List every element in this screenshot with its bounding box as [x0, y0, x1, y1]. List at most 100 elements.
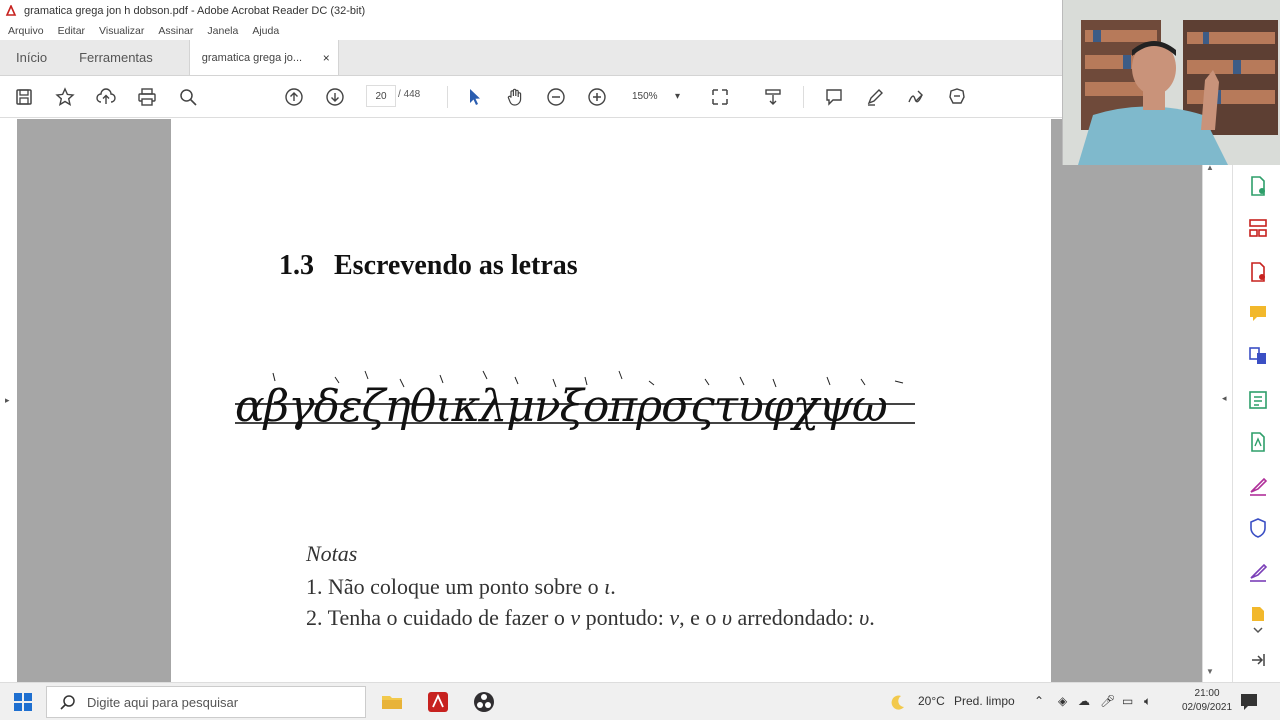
- menu-bar: Arquivo Editar Visualizar Assinar Janela…: [0, 22, 1062, 40]
- notes-section: Notas 1. Não coloque um ponto sobre o ι.…: [306, 541, 875, 633]
- search-icon: [59, 693, 77, 711]
- menu-editar[interactable]: Editar: [58, 25, 85, 37]
- create-pdf-icon[interactable]: [1247, 261, 1269, 283]
- meet-now-icon[interactable]: ◈: [1058, 694, 1067, 708]
- export-pdf-icon[interactable]: [1247, 175, 1269, 197]
- hand-tool-icon[interactable]: [503, 85, 527, 109]
- star-icon[interactable]: [53, 85, 77, 109]
- document-viewer[interactable]: ▸ 1.3 Escrevendo as letras αβγδεζηθικλμνξ…: [0, 119, 1218, 682]
- menu-assinar[interactable]: Assinar: [158, 25, 193, 37]
- menu-arquivo[interactable]: Arquivo: [8, 25, 44, 37]
- note-2: 2. Tenha o cuidado de fazer o ν pontudo:…: [306, 602, 875, 633]
- pdf-page: 1.3 Escrevendo as letras αβγδεζηθικλμνξοπ…: [171, 119, 1051, 682]
- cloud-upload-icon[interactable]: [94, 85, 118, 109]
- onedrive-icon[interactable]: ☁: [1078, 694, 1090, 708]
- acrobat-taskbar-icon[interactable]: [426, 690, 450, 714]
- save-icon[interactable]: [12, 85, 36, 109]
- fit-page-icon[interactable]: [708, 85, 732, 109]
- comment-tool-icon[interactable]: [1247, 303, 1269, 325]
- tab-document[interactable]: gramatica grega jo... ×: [188, 40, 339, 75]
- note-1-text: 1. Não coloque um ponto sobre o: [306, 574, 605, 599]
- file-explorer-icon[interactable]: [380, 690, 404, 714]
- window-titlebar: gramatica grega jon h dobson.pdf - Adobe…: [0, 0, 1062, 22]
- zoom-value: 150%: [632, 90, 658, 102]
- note-1: 1. Não coloque um ponto sobre o ι.: [306, 571, 875, 602]
- window-title: gramatica grega jon h dobson.pdf - Adobe…: [24, 5, 366, 17]
- sign-icon[interactable]: [904, 85, 928, 109]
- tab-document-label: gramatica grega jo...: [201, 51, 303, 64]
- print-icon[interactable]: [135, 85, 159, 109]
- weather-desc[interactable]: Pred. limpo: [954, 694, 1015, 708]
- expand-left-pane-icon[interactable]: ▸: [5, 395, 10, 406]
- greek-letters: αβγδεζηθικλμνξοπρσςτυφχψω: [235, 381, 888, 432]
- organize-pages-icon[interactable]: [1247, 217, 1269, 239]
- fill-and-sign-icon[interactable]: [1247, 561, 1269, 583]
- page-number-input[interactable]: 20: [366, 85, 396, 107]
- scroll-down-icon[interactable]: ▼: [1206, 667, 1214, 676]
- windows-start-icon[interactable]: [14, 693, 32, 711]
- zoom-out-icon[interactable]: [544, 85, 568, 109]
- stamp-icon[interactable]: [945, 85, 969, 109]
- greek-alphabet-handwriting: αβγδεζηθικλμνξοπρσςτυφχψω: [235, 369, 915, 449]
- chevron-down-icon: ▾: [674, 90, 680, 102]
- menu-ajuda[interactable]: Ajuda: [252, 25, 279, 37]
- edit-pdf-icon[interactable]: [1247, 389, 1269, 411]
- protect-icon[interactable]: [1247, 517, 1269, 539]
- upsilon-glyph: υ: [859, 605, 870, 630]
- note-2-mid3: arredondado:: [732, 605, 860, 630]
- nu-glyph: ν: [570, 605, 581, 630]
- taskbar-search-box[interactable]: Digite aqui para pesquisar: [46, 686, 366, 718]
- section-number: 1.3: [279, 250, 314, 281]
- page-count-separator: /: [398, 89, 401, 100]
- nu-glyph: ν: [669, 605, 680, 630]
- section-title: Escrevendo as letras: [334, 250, 578, 281]
- next-page-icon[interactable]: [323, 85, 347, 109]
- fill-sign-icon[interactable]: [1247, 431, 1269, 453]
- notifications-icon[interactable]: [1238, 691, 1260, 713]
- comment-icon[interactable]: [822, 85, 846, 109]
- combine-files-icon[interactable]: [1247, 345, 1269, 367]
- microphone-icon[interactable]: 🎤︎: [1100, 694, 1115, 708]
- zoom-in-icon[interactable]: [585, 85, 609, 109]
- select-cursor-icon[interactable]: [462, 85, 486, 109]
- toolbar-divider: [803, 86, 804, 108]
- section-heading: 1.3 Escrevendo as letras: [279, 250, 578, 282]
- weather-icon: [889, 693, 907, 711]
- notes-title: Notas: [306, 541, 358, 566]
- note-2-mid2: , e o: [679, 605, 722, 630]
- scroll-mode-icon[interactable]: [761, 85, 785, 109]
- page-count: / 448: [398, 89, 420, 100]
- search-placeholder: Digite aqui para pesquisar: [87, 694, 239, 710]
- volume-icon[interactable]: 🔈︎: [1144, 694, 1151, 709]
- vertical-scrollbar[interactable]: ▲ ▼: [1202, 119, 1218, 682]
- previous-page-icon[interactable]: [282, 85, 306, 109]
- menu-visualizar[interactable]: Visualizar: [99, 25, 144, 37]
- close-tab-icon[interactable]: ×: [323, 51, 330, 65]
- note-2-text: 2. Tenha o cuidado de fazer o: [306, 605, 571, 630]
- menu-janela[interactable]: Janela: [207, 25, 238, 37]
- note-1-end: .: [610, 574, 616, 599]
- upsilon-glyph: υ: [721, 605, 733, 630]
- page-total: 448: [403, 89, 421, 100]
- zoom-select[interactable]: 150% ▾: [624, 85, 688, 107]
- highlight-pen-icon[interactable]: [863, 85, 887, 109]
- note-2-end: .: [869, 605, 875, 630]
- tab-tools[interactable]: Ferramentas: [63, 40, 169, 75]
- request-signatures-icon[interactable]: [1247, 475, 1269, 497]
- tab-home[interactable]: Início: [0, 40, 63, 75]
- chevron-up-icon[interactable]: ⌃: [1034, 694, 1044, 708]
- obs-icon[interactable]: [472, 690, 496, 714]
- toolbar-divider: [447, 86, 448, 108]
- tab-bar: Início Ferramentas gramatica grega jo...…: [0, 40, 1062, 76]
- network-icon[interactable]: ▭: [1122, 694, 1133, 708]
- collapse-right-pane-icon[interactable]: ◂: [1222, 393, 1227, 404]
- search-icon[interactable]: [176, 85, 200, 109]
- weather-temp[interactable]: 20°C: [918, 694, 945, 708]
- clock-date: 02/09/2021: [1182, 702, 1233, 713]
- collapse-panel-icon[interactable]: [1249, 651, 1271, 669]
- more-tools-icon[interactable]: [1247, 603, 1269, 625]
- system-clock[interactable]: 21:00 02/09/2021: [1182, 687, 1232, 715]
- chevron-down-icon[interactable]: [1251, 623, 1273, 637]
- windows-taskbar: Digite aqui para pesquisar 20°C Pred. li…: [0, 682, 1280, 720]
- right-tools-panel: [1232, 165, 1280, 682]
